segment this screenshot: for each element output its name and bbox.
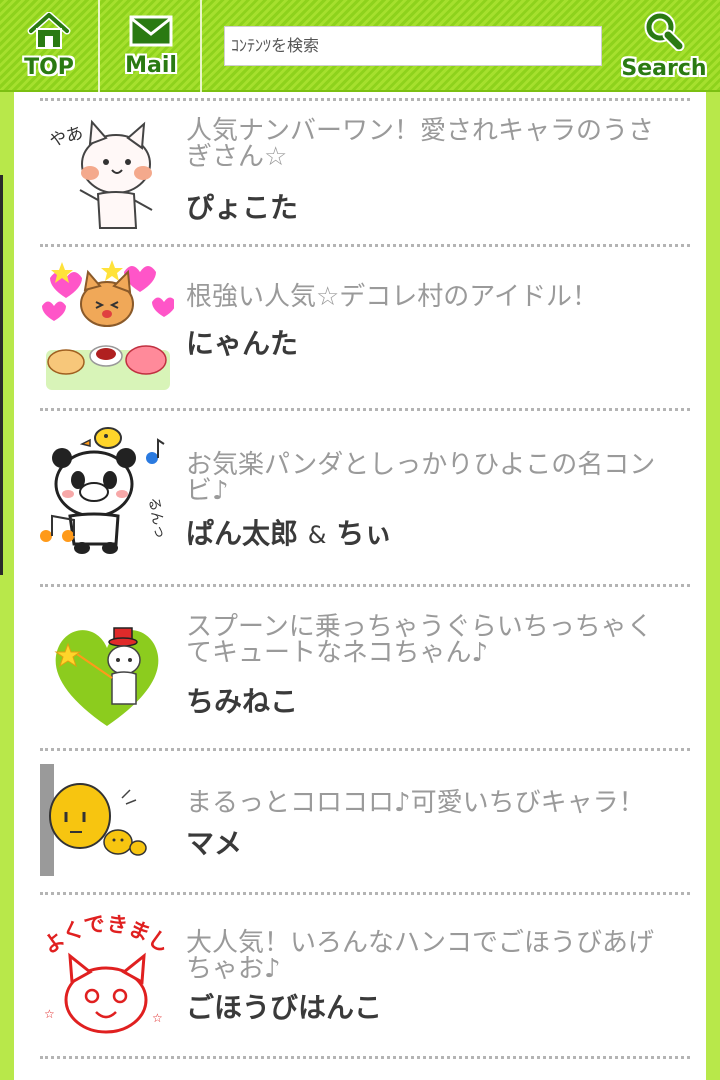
item-name: ぱん太郎 & ちぃ <box>186 512 392 552</box>
svg-text:☆: ☆ <box>152 1011 163 1025</box>
rabbit-character-icon: やあ <box>40 110 174 244</box>
left-edge-line <box>0 175 3 575</box>
list-divider <box>40 244 690 247</box>
list-item-mame[interactable]: まるっとコロコロ♪可愛いちびキャラ！ マメ <box>40 762 690 892</box>
mail-nav-button[interactable]: Mail <box>102 0 202 92</box>
item-name: ぴょこた <box>186 191 299 224</box>
bean-characters-icon <box>40 762 174 896</box>
search-button[interactable]: Search <box>608 0 720 92</box>
list-divider <box>40 584 690 587</box>
list-divider <box>40 1056 690 1059</box>
list-divider <box>40 98 690 101</box>
tiny-cat-heart-icon <box>40 608 174 742</box>
item-description: お気楽パンダとしっかりひよこの名コンビ♪ <box>186 450 656 506</box>
magnifier-icon <box>643 11 685 55</box>
list-item-pantaro-chii[interactable]: るんっ お気楽パンダとしっかりひよこの名コンビ♪ ぱん太郎 & ちぃ <box>40 422 690 582</box>
content-list: やあ 人気ナンバーワン！愛されキャラのうさぎさん☆ ぴょこた 根強い人気☆デコレ… <box>14 92 706 1080</box>
list-item-pyokota[interactable]: やあ 人気ナンバーワン！愛されキャラのうさぎさん☆ ぴょこた <box>40 112 690 244</box>
item-name: ごほうびはんこ <box>186 991 383 1024</box>
envelope-icon <box>128 14 174 52</box>
panda-and-chick-icon: るんっ <box>40 424 174 558</box>
list-divider <box>40 748 690 751</box>
stamp-lettering: よくできました！ <box>40 912 174 958</box>
item-description: 根強い人気☆デコレ村のアイドル！ <box>186 282 599 312</box>
item-description: 大人気！いろんなハンコでごほうびあげちゃお♪ <box>186 928 655 984</box>
svg-text:るんっ: るんっ <box>145 496 168 540</box>
item-name-primary: ぱん太郎 <box>186 517 299 550</box>
item-description: スプーンに乗っちゃうぐらいちっちゃくてキュートなネコちゃん♪ <box>186 612 653 668</box>
mail-nav-label: Mail <box>125 53 177 78</box>
item-name: にゃんた <box>186 327 299 360</box>
item-name-ampersand: & <box>307 521 327 549</box>
search-nav-label: Search <box>621 56 707 81</box>
home-icon <box>27 11 71 54</box>
item-name: マメ <box>186 827 243 860</box>
item-name: ちみねこ <box>186 685 299 718</box>
svg-text:やあ: やあ <box>47 123 85 151</box>
item-description: まるっとコロコロ♪可愛いちびキャラ！ <box>186 788 645 818</box>
list-item-chimineko[interactable]: スプーンに乗っちゃうぐらいちっちゃくてキュートなネコちゃん♪ ちみねこ <box>40 598 690 748</box>
list-divider <box>40 408 690 411</box>
item-name-secondary: ちぃ <box>336 517 393 550</box>
svg-text:☆: ☆ <box>44 1007 55 1021</box>
header-bar: TOP Mail ｺﾝﾃﾝﾂを検索 Search <box>0 0 720 92</box>
list-divider <box>40 892 690 895</box>
list-item-gohoubi-hanko[interactable]: よくできました！ ☆ ☆ 大人気！いろんなハンコでごほうびあげちゃお♪ ごほうび… <box>30 893 690 1056</box>
item-description: 人気ナンバーワン！愛されキャラのうさぎさん☆ <box>186 116 655 172</box>
list-item-nyanta[interactable]: 根強い人気☆デコレ村のアイドル！ にゃんた <box>40 258 690 408</box>
top-nav-button[interactable]: TOP <box>0 0 100 92</box>
cat-with-cakes-icon <box>40 258 176 392</box>
top-nav-label: TOP <box>24 55 74 80</box>
reward-stamp-cat-icon: よくできました！ ☆ ☆ <box>30 893 174 1046</box>
search-input[interactable]: ｺﾝﾃﾝﾂを検索 <box>224 26 602 66</box>
